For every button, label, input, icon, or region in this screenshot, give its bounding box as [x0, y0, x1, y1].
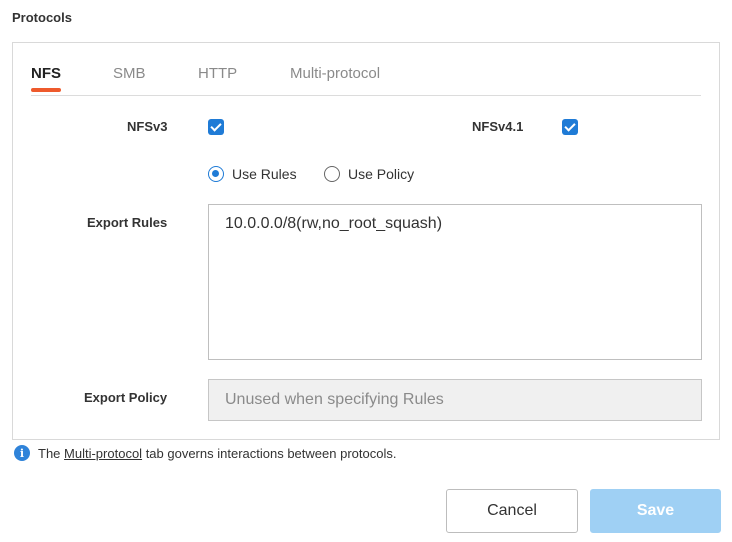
protocols-panel: NFS SMB HTTP Multi-protocol NFSv3 NFSv4.…: [12, 42, 720, 440]
nfsv41-label: NFSv4.1: [472, 119, 524, 134]
tab-smb[interactable]: SMB: [113, 65, 146, 90]
use-rules-label: Use Rules: [232, 166, 297, 182]
tab-multi-protocol[interactable]: Multi-protocol: [290, 65, 380, 90]
nfsv3-checkbox[interactable]: [208, 119, 224, 135]
export-policy-label: Export Policy: [84, 390, 168, 405]
nfsv3-label: NFSv3: [127, 119, 168, 134]
multi-protocol-link[interactable]: Multi-protocol: [64, 446, 142, 461]
nfsv41-checkbox[interactable]: [562, 119, 578, 135]
tab-nfs[interactable]: NFS: [31, 65, 61, 92]
export-rules-textarea[interactable]: 10.0.0.0/8(rw,no_root_squash): [208, 204, 702, 360]
export-policy-input: [208, 379, 702, 421]
info-suffix: tab governs interactions between protoco…: [145, 445, 397, 461]
info-note: i The Multi-protocol tab governs interac…: [14, 445, 396, 461]
use-policy-label: Use Policy: [348, 166, 415, 182]
use-policy-radio-option[interactable]: Use Policy: [324, 166, 414, 182]
info-icon: i: [14, 445, 30, 461]
section-title: Protocols: [12, 10, 72, 25]
save-button[interactable]: Save: [590, 489, 721, 533]
protocol-tabs: NFS SMB HTTP Multi-protocol: [31, 63, 701, 96]
use-policy-radio[interactable]: [324, 166, 340, 182]
info-text: The Multi-protocol tab governs interacti…: [38, 446, 396, 461]
info-prefix: The: [38, 445, 61, 461]
tab-http[interactable]: HTTP: [198, 65, 237, 90]
use-rules-radio-option[interactable]: Use Rules: [208, 166, 297, 182]
cancel-button[interactable]: Cancel: [446, 489, 578, 533]
use-rules-radio[interactable]: [208, 166, 224, 182]
export-rules-label: Export Rules: [87, 215, 168, 230]
